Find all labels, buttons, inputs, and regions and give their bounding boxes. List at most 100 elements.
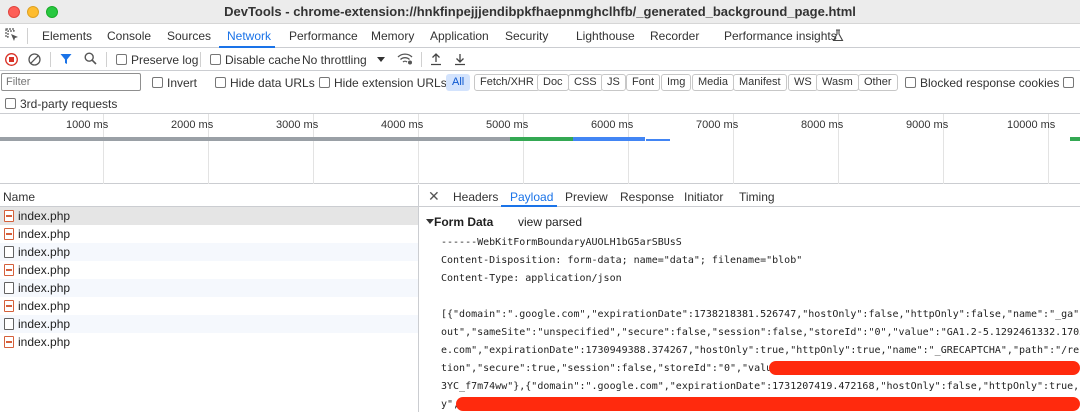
tab-application[interactable]: Application [430, 29, 489, 43]
payload-line: Content-Type: application/json [441, 273, 622, 284]
redaction-mark [769, 361, 1080, 375]
active-detail-tab-indicator [501, 205, 557, 207]
network-toolbar: Preserve log Disable cache No throttling [0, 48, 1080, 71]
timeline-bar-download [1070, 137, 1080, 141]
request-row[interactable]: index.php [0, 297, 418, 315]
tab-headers[interactable]: Headers [453, 190, 498, 204]
request-row[interactable]: index.php [0, 207, 418, 225]
request-name: index.php [18, 209, 71, 223]
timeline-tick: 3000 ms [276, 119, 319, 131]
panel-divider[interactable] [418, 185, 419, 412]
request-name: index.php [18, 245, 71, 259]
timeline-tick: 8000 ms [801, 119, 844, 131]
request-row[interactable]: index.php [0, 243, 418, 261]
third-party-checkbox[interactable] [5, 98, 16, 109]
form-data-title[interactable]: Form Data [434, 215, 493, 229]
throttling-select[interactable]: No throttling [302, 53, 367, 67]
timeline-tick: 1000 ms [66, 119, 109, 131]
window-title: DevTools - chrome-extension://hnkfinpejj… [224, 4, 856, 19]
timeline-tick: 9000 ms [906, 119, 949, 131]
collapse-triangle-icon[interactable] [426, 219, 434, 224]
name-column-header[interactable]: Name [3, 190, 35, 204]
chip-ws[interactable]: WS [788, 74, 818, 91]
payload-line: e.com","expirationDate":1730949388.37426… [441, 345, 1080, 356]
request-name: index.php [18, 317, 71, 331]
view-parsed-link[interactable]: view parsed [518, 215, 582, 229]
request-name: index.php [18, 299, 71, 313]
timeline-tick: 6000 ms [591, 119, 634, 131]
more-checkbox[interactable] [1063, 77, 1074, 88]
tab-security[interactable]: Security [505, 29, 548, 43]
payload-line: 3YC_f7m74ww"},{"domain":".google.com","e… [441, 381, 1080, 392]
clear-icon[interactable] [28, 53, 41, 66]
chip-wasm[interactable]: Wasm [816, 74, 859, 91]
chip-img[interactable]: Img [661, 74, 692, 91]
chip-fetch-xhr[interactable]: Fetch/XHR [474, 74, 540, 91]
timeline-tick: 7000 ms [696, 119, 739, 131]
tab-lighthouse[interactable]: Lighthouse [576, 29, 635, 43]
disable-cache-checkbox[interactable] [210, 54, 221, 65]
tabbar-separator [27, 28, 28, 44]
tab-console[interactable]: Console [107, 29, 151, 43]
request-row[interactable]: index.php [0, 225, 418, 243]
close-icon[interactable]: ✕ [428, 188, 440, 205]
chip-all[interactable]: All [446, 74, 471, 91]
filter-icon[interactable] [60, 53, 72, 65]
chip-media[interactable]: Media [692, 74, 734, 91]
script-file-icon [4, 300, 14, 312]
filter-input[interactable] [1, 73, 141, 91]
inspect-element-icon[interactable] [5, 28, 19, 42]
tab-payload[interactable]: Payload [510, 190, 553, 204]
chip-manifest[interactable]: Manifest [733, 74, 787, 91]
chip-js[interactable]: JS [601, 74, 626, 91]
timeline-tick: 4000 ms [381, 119, 424, 131]
hide-data-urls-checkbox[interactable] [215, 77, 226, 88]
request-row[interactable]: index.php [0, 315, 418, 333]
invert-checkbox[interactable] [152, 77, 163, 88]
script-file-icon [4, 336, 14, 348]
download-icon[interactable] [454, 52, 466, 66]
chip-other[interactable]: Other [858, 74, 898, 91]
hide-extension-urls-label: Hide extension URLs [334, 76, 447, 90]
tab-performance-insights[interactable]: Performance insights [724, 29, 837, 43]
script-file-icon [4, 210, 14, 222]
chip-font[interactable]: Font [626, 74, 661, 91]
tab-recorder[interactable]: Recorder [650, 29, 699, 43]
tab-network[interactable]: Network [227, 29, 271, 43]
tab-memory[interactable]: Memory [371, 29, 414, 43]
payload-line: tion","secure":true,"session":false,"sto… [441, 363, 797, 374]
tab-sources[interactable]: Sources [167, 29, 211, 43]
record-stop-icon[interactable] [5, 53, 18, 66]
request-list-header[interactable]: Name [0, 185, 418, 207]
redaction-mark [456, 397, 1080, 411]
request-name: index.php [18, 227, 71, 241]
document-file-icon [4, 246, 14, 258]
tab-timing[interactable]: Timing [739, 190, 775, 204]
hide-data-urls-label: Hide data URLs [230, 76, 315, 90]
timeline-bar-request [646, 139, 670, 141]
request-row[interactable]: index.php [0, 261, 418, 279]
upload-icon[interactable] [430, 52, 442, 66]
chip-css[interactable]: CSS [568, 74, 603, 91]
search-icon[interactable] [84, 52, 97, 65]
chevron-down-icon[interactable] [377, 57, 385, 62]
tab-initiator[interactable]: Initiator [684, 190, 723, 204]
hide-extension-urls-checkbox[interactable] [319, 77, 330, 88]
network-conditions-icon[interactable] [397, 53, 413, 65]
request-name: index.php [18, 263, 71, 277]
script-file-icon [4, 264, 14, 276]
timeline-tick: 10000 ms [1007, 119, 1056, 131]
blocked-cookies-label: Blocked response cookies [920, 76, 1060, 90]
preserve-log-checkbox[interactable] [116, 54, 127, 65]
request-row[interactable]: index.php [0, 333, 418, 351]
tab-preview[interactable]: Preview [565, 190, 608, 204]
tab-elements[interactable]: Elements [42, 29, 92, 43]
request-row[interactable]: index.php [0, 279, 418, 297]
blocked-cookies-checkbox[interactable] [905, 77, 916, 88]
script-file-icon [4, 228, 14, 240]
tab-performance[interactable]: Performance [289, 29, 358, 43]
tab-response[interactable]: Response [620, 190, 674, 204]
timeline-overview[interactable]: 1000 ms 2000 ms 3000 ms 4000 ms 5000 ms … [0, 114, 1080, 184]
chip-doc[interactable]: Doc [537, 74, 569, 91]
toolbar-separator [200, 52, 201, 67]
